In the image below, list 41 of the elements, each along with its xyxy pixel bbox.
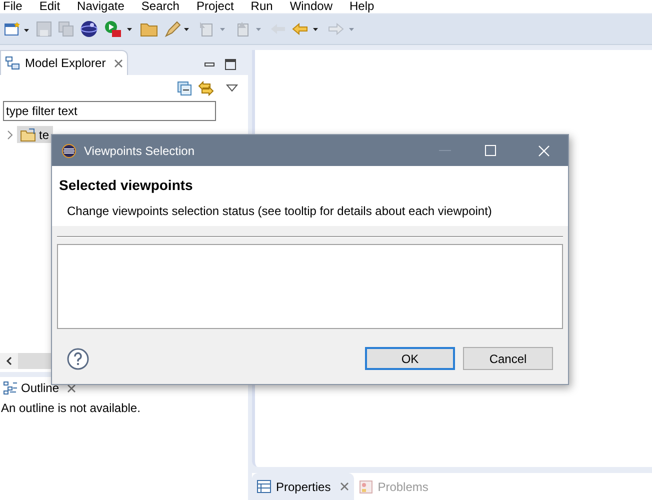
- run-icon[interactable]: [104, 20, 134, 38]
- dialog-description: Change viewpoints selection status (see tooltip for details about each viewpoint): [67, 203, 493, 220]
- view-tab[interactable]: Properties: [252, 473, 354, 500]
- menu-item[interactable]: File: [3, 0, 22, 13]
- tree-item[interactable]: te: [17, 126, 54, 143]
- close-icon[interactable]: [114, 58, 123, 68]
- cancel-button[interactable]: Cancel: [463, 347, 553, 370]
- pen-icon[interactable]: [164, 20, 192, 38]
- filter-field[interactable]: type filter text: [3, 101, 216, 121]
- link-arrows-icon[interactable]: [198, 80, 214, 96]
- tab-label: Model Explorer: [25, 55, 106, 72]
- menu-item[interactable]: Edit: [39, 0, 60, 13]
- warning-list-icon: [358, 480, 373, 494]
- close-icon[interactable]: [67, 384, 76, 392]
- menu-item[interactable]: Run: [250, 0, 273, 13]
- view-tab[interactable]: Model Explorer: [0, 50, 128, 75]
- app-icon: [62, 144, 76, 158]
- help-icon[interactable]: [67, 348, 89, 370]
- model-tree-icon: [5, 56, 21, 70]
- menu-item[interactable]: Navigate: [77, 0, 124, 13]
- dialog-heading: Selected viewpoints: [59, 176, 194, 195]
- scroll-left-icon[interactable]: [6, 357, 12, 365]
- table-icon: [257, 480, 271, 493]
- outline-message: An outline is not available.: [0, 401, 140, 415]
- outline-tree-icon: [3, 381, 17, 395]
- menu-item[interactable]: Search: [141, 0, 180, 13]
- folder-icon: [20, 128, 36, 142]
- dialog-title: Viewpoints Selection: [84, 142, 195, 160]
- menu-item[interactable]: Project: [196, 0, 234, 13]
- viewpoint-list[interactable]: [57, 244, 563, 329]
- folder-icon[interactable]: [140, 21, 158, 37]
- ok-button[interactable]: OK: [365, 347, 455, 370]
- close-icon[interactable]: [340, 482, 349, 491]
- globe-icon[interactable]: [80, 20, 98, 38]
- view-menu-icon[interactable]: [226, 84, 238, 92]
- menu-item[interactable]: Window: [290, 0, 332, 13]
- tab-label: Outline: [21, 380, 60, 397]
- new-window-icon[interactable]: [4, 21, 30, 37]
- collapse-all-icon[interactable]: [177, 80, 192, 96]
- menu-item[interactable]: Help: [350, 0, 374, 13]
- maximize-icon[interactable]: [225, 59, 236, 70]
